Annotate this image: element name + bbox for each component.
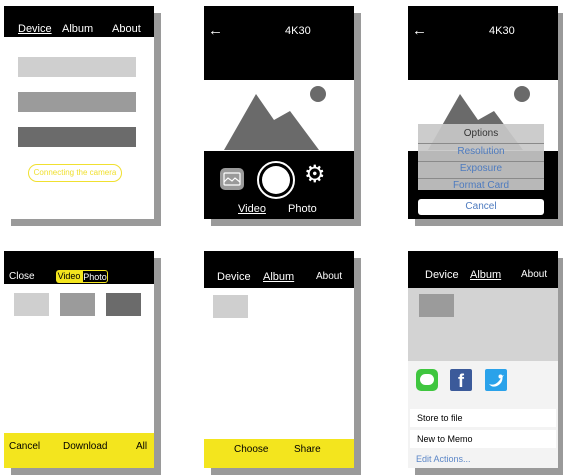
twitter-icon[interactable] [485, 369, 507, 391]
tab-device[interactable]: Device [18, 23, 52, 35]
sun-icon [310, 86, 326, 102]
tab-device[interactable]: Device [425, 269, 459, 281]
choose-button[interactable]: Choose [234, 444, 268, 455]
action-new-to-memo[interactable]: New to Memo [410, 430, 556, 448]
screen-share: Device Album About f Store to file New t… [408, 251, 558, 468]
mode-photo[interactable]: Photo [288, 203, 317, 215]
screen-camera: ← 4K30 ⚙ Video Photo [204, 6, 354, 219]
tab-album[interactable]: Album [62, 23, 93, 35]
screen-options: ← 4K30 Options Resolution Exposure Forma… [408, 6, 558, 219]
connecting-status: Connecting the camera [28, 164, 122, 182]
select-all-button[interactable]: All [136, 441, 147, 452]
tab-about[interactable]: About [316, 271, 342, 282]
device-row-1[interactable] [18, 57, 136, 77]
thumbnail-1[interactable] [14, 293, 49, 316]
device-row-3[interactable] [18, 127, 136, 147]
mountain-icon [224, 94, 319, 150]
close-button[interactable]: Close [9, 271, 35, 282]
tab-device[interactable]: Device [217, 271, 251, 283]
edit-actions-link[interactable]: Edit Actions... [416, 454, 471, 464]
toggle-video[interactable]: Video [56, 270, 82, 283]
bottom-action-bar [204, 439, 354, 468]
option-format-card[interactable]: Format Card [418, 178, 544, 194]
gallery-icon[interactable] [219, 167, 245, 191]
facebook-icon[interactable]: f [450, 369, 472, 391]
device-row-2[interactable] [18, 92, 136, 112]
thumbnail-1[interactable] [419, 294, 454, 317]
screen-device-connecting: Device Album About Connecting the camera [4, 6, 154, 219]
mode-video[interactable]: Video [238, 203, 266, 215]
toggle-photo[interactable]: Photo [82, 270, 108, 283]
option-resolution[interactable]: Resolution [418, 144, 544, 160]
tab-about[interactable]: About [521, 269, 547, 280]
sun-icon [514, 86, 530, 102]
thumbnail-1[interactable] [213, 295, 248, 318]
action-store-to-file[interactable]: Store to file [410, 409, 556, 427]
options-header: Options [463, 128, 499, 139]
share-button[interactable]: Share [294, 444, 321, 455]
gear-icon[interactable]: ⚙ [304, 163, 326, 187]
screen-album: Device Album About Choose Share [204, 251, 354, 468]
tab-album[interactable]: Album [263, 271, 294, 283]
messages-icon[interactable] [416, 369, 438, 391]
thumbnail-3[interactable] [106, 293, 141, 316]
tab-about[interactable]: About [112, 23, 141, 35]
thumbnail-2[interactable] [60, 293, 95, 316]
screen-album-select: Close Video Photo Cancel Download All [4, 251, 154, 468]
cancel-button[interactable]: Cancel [418, 199, 544, 215]
tab-album[interactable]: Album [470, 269, 501, 281]
shutter-button[interactable] [256, 160, 296, 200]
download-button[interactable]: Download [63, 441, 107, 452]
option-exposure[interactable]: Exposure [418, 161, 544, 177]
cancel-button[interactable]: Cancel [9, 441, 40, 452]
